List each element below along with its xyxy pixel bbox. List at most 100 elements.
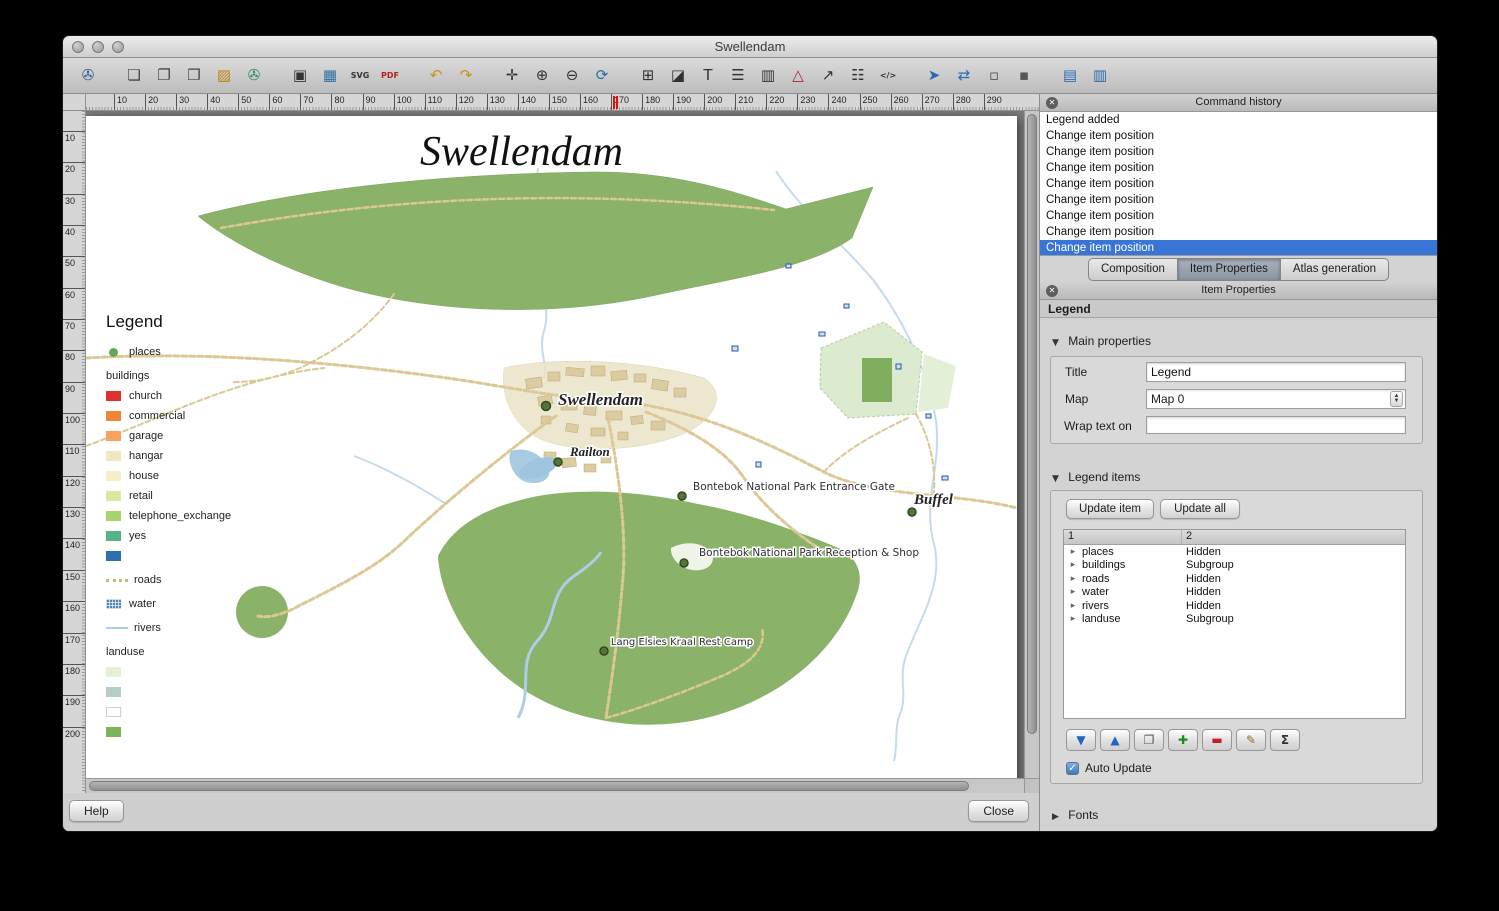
expand-triangle-icon[interactable]: ▸ <box>1064 547 1082 557</box>
add-attribute-table[interactable]: ☷ <box>843 62 873 90</box>
legend-entry-hangar: hangar <box>106 450 301 462</box>
landuse-swatch-1-icon <box>106 667 121 677</box>
collapse-triangle-icon: ▼ <box>1052 338 1059 348</box>
legend-entry-yes: yes <box>106 530 301 542</box>
add-group[interactable]: ❐ <box>1134 729 1164 751</box>
print[interactable]: ▣ <box>285 62 315 90</box>
water-swatch-icon <box>106 599 121 609</box>
entrance-gate-label: Bontebok National Park Entrance Gate <box>693 481 895 493</box>
tab-item-properties[interactable]: Item Properties <box>1178 258 1281 281</box>
history-item[interactable]: Change item position <box>1040 208 1437 224</box>
history-item[interactable]: Legend added <box>1040 112 1437 128</box>
scrollbar-thumb[interactable] <box>1027 114 1037 734</box>
right-panel: ✕ Command history Legend added Change it… <box>1039 94 1437 831</box>
add-label[interactable]: T <box>693 62 723 90</box>
add-image[interactable]: ◪ <box>663 62 693 90</box>
expand-triangle-icon[interactable]: ▸ <box>1064 560 1082 570</box>
tab-atlas-generation[interactable]: Atlas generation <box>1281 258 1389 281</box>
map-select[interactable]: Map 0 ▲▼ <box>1146 389 1406 409</box>
add-map[interactable]: ⊞ <box>633 62 663 90</box>
zoom-out[interactable]: ⊖ <box>557 62 587 90</box>
add-shape[interactable]: △ <box>783 62 813 90</box>
legend-item-row[interactable]: ▸ water Hidden <box>1064 586 1405 600</box>
edit-item[interactable]: ✎ <box>1236 729 1266 751</box>
history-item[interactable]: Change item position <box>1040 176 1437 192</box>
count-features[interactable]: Σ <box>1270 729 1300 751</box>
tab-composition[interactable]: Composition <box>1088 258 1178 281</box>
history-item[interactable]: Change item position <box>1040 224 1437 240</box>
expand-triangle-icon[interactable]: ▸ <box>1064 587 1082 597</box>
canvas-vertical-scrollbar[interactable] <box>1024 111 1039 778</box>
undo[interactable]: ↶ <box>421 62 451 90</box>
expand-triangle-icon[interactable]: ▸ <box>1064 574 1082 584</box>
roads-swatch-icon <box>106 579 128 582</box>
stepper-arrows-icon: ▲▼ <box>1390 391 1403 407</box>
export-svg[interactable]: SVG <box>345 62 375 90</box>
save-project[interactable]: ✇ <box>73 62 103 90</box>
legend-items-section-header[interactable]: ▼ Legend items <box>1052 470 1140 484</box>
refresh-view[interactable]: ⟳ <box>587 62 617 90</box>
export-pdf[interactable]: PDF <box>375 62 405 90</box>
close-panel-icon[interactable]: ✕ <box>1046 285 1058 297</box>
load-from-template[interactable]: ▨ <box>209 62 239 90</box>
zoom-to-selection[interactable]: ▪ <box>1009 62 1039 90</box>
select-move-item[interactable]: ➤ <box>919 62 949 90</box>
lower-selected-items[interactable]: ▥ <box>1085 62 1115 90</box>
legend-item[interactable]: Legend places buildings church comme <box>106 312 301 746</box>
composition-manager[interactable]: ❒ <box>179 62 209 90</box>
auto-update-checkbox[interactable]: ✓ <box>1066 762 1079 775</box>
move-item-up[interactable]: ▲ <box>1100 729 1130 751</box>
add-html[interactable]: </> <box>873 62 903 90</box>
app-window: Swellendam ✇ ❏ ❐ ❒ ▨ ✇ <box>62 35 1438 832</box>
history-item[interactable]: Change item position <box>1040 144 1437 160</box>
close-button[interactable]: Close <box>968 800 1029 822</box>
ruler-corner <box>63 94 86 111</box>
wrap-text-input[interactable] <box>1146 416 1406 434</box>
export-image[interactable]: ▦ <box>315 62 345 90</box>
composition-canvas[interactable]: Swellendam <box>86 111 1039 793</box>
panel-tab-bar: Composition Item Properties Atlas genera… <box>1040 256 1437 282</box>
title-input[interactable] <box>1146 362 1406 382</box>
update-item-button[interactable]: Update item <box>1066 499 1154 519</box>
add-item[interactable]: ✚ <box>1168 729 1198 751</box>
duplicate-composition[interactable]: ❐ <box>149 62 179 90</box>
history-item[interactable]: Change item position <box>1040 128 1437 144</box>
expand-triangle-icon[interactable]: ▸ <box>1064 614 1082 624</box>
table-body: ▸ places Hidden ▸ buildings Subgroup <box>1064 545 1405 626</box>
fonts-section-header[interactable]: ▶ Fonts <box>1052 808 1098 822</box>
reception-label: Bontebok National Park Reception & Shop <box>699 547 919 559</box>
legend-item-row[interactable]: ▸ roads Hidden <box>1064 572 1405 586</box>
legend-item-row[interactable]: ▸ rivers Hidden <box>1064 599 1405 613</box>
save-as-template[interactable]: ✇ <box>239 62 269 90</box>
add-arrow[interactable]: ↗ <box>813 62 843 90</box>
scrollbar-thumb[interactable] <box>89 781 969 791</box>
move-item-down[interactable]: ▼ <box>1066 729 1096 751</box>
move-item-content[interactable]: ⇄ <box>949 62 979 90</box>
history-item[interactable]: Change item position <box>1040 240 1437 256</box>
legend-item-row[interactable]: ▸ places Hidden <box>1064 545 1405 559</box>
map-label: Map <box>1065 392 1088 406</box>
new-composition[interactable]: ❏ <box>119 62 149 90</box>
item-properties-content: ▼ Main properties Title Map Map 0 ▲▼ Wra… <box>1040 318 1437 831</box>
close-panel-icon[interactable]: ✕ <box>1046 97 1058 109</box>
zoom-to-item[interactable]: ▫ <box>979 62 1009 90</box>
zoom-in[interactable]: ⊕ <box>527 62 557 90</box>
expand-triangle-icon[interactable]: ▸ <box>1064 601 1082 611</box>
redo[interactable]: ↷ <box>451 62 481 90</box>
raise-selected-items[interactable]: ▤ <box>1055 62 1085 90</box>
history-item[interactable]: Change item position <box>1040 192 1437 208</box>
add-scalebar[interactable]: ▥ <box>753 62 783 90</box>
add-legend[interactable]: ☰ <box>723 62 753 90</box>
main-properties-section-header[interactable]: ▼ Main properties <box>1052 334 1151 348</box>
history-item[interactable]: Change item position <box>1040 160 1437 176</box>
composition-page[interactable]: Swellendam <box>86 116 1017 783</box>
title-label: Title <box>1065 365 1087 379</box>
legend-entry-landuse-4 <box>106 726 301 738</box>
canvas-horizontal-scrollbar[interactable] <box>86 778 1024 793</box>
zoom-full[interactable]: ✛ <box>497 62 527 90</box>
remove-item[interactable]: ▬ <box>1202 729 1232 751</box>
help-button[interactable]: Help <box>69 800 124 822</box>
legend-item-row[interactable]: ▸ landuse Subgroup <box>1064 613 1405 627</box>
update-all-button[interactable]: Update all <box>1160 499 1240 519</box>
legend-item-row[interactable]: ▸ buildings Subgroup <box>1064 559 1405 573</box>
